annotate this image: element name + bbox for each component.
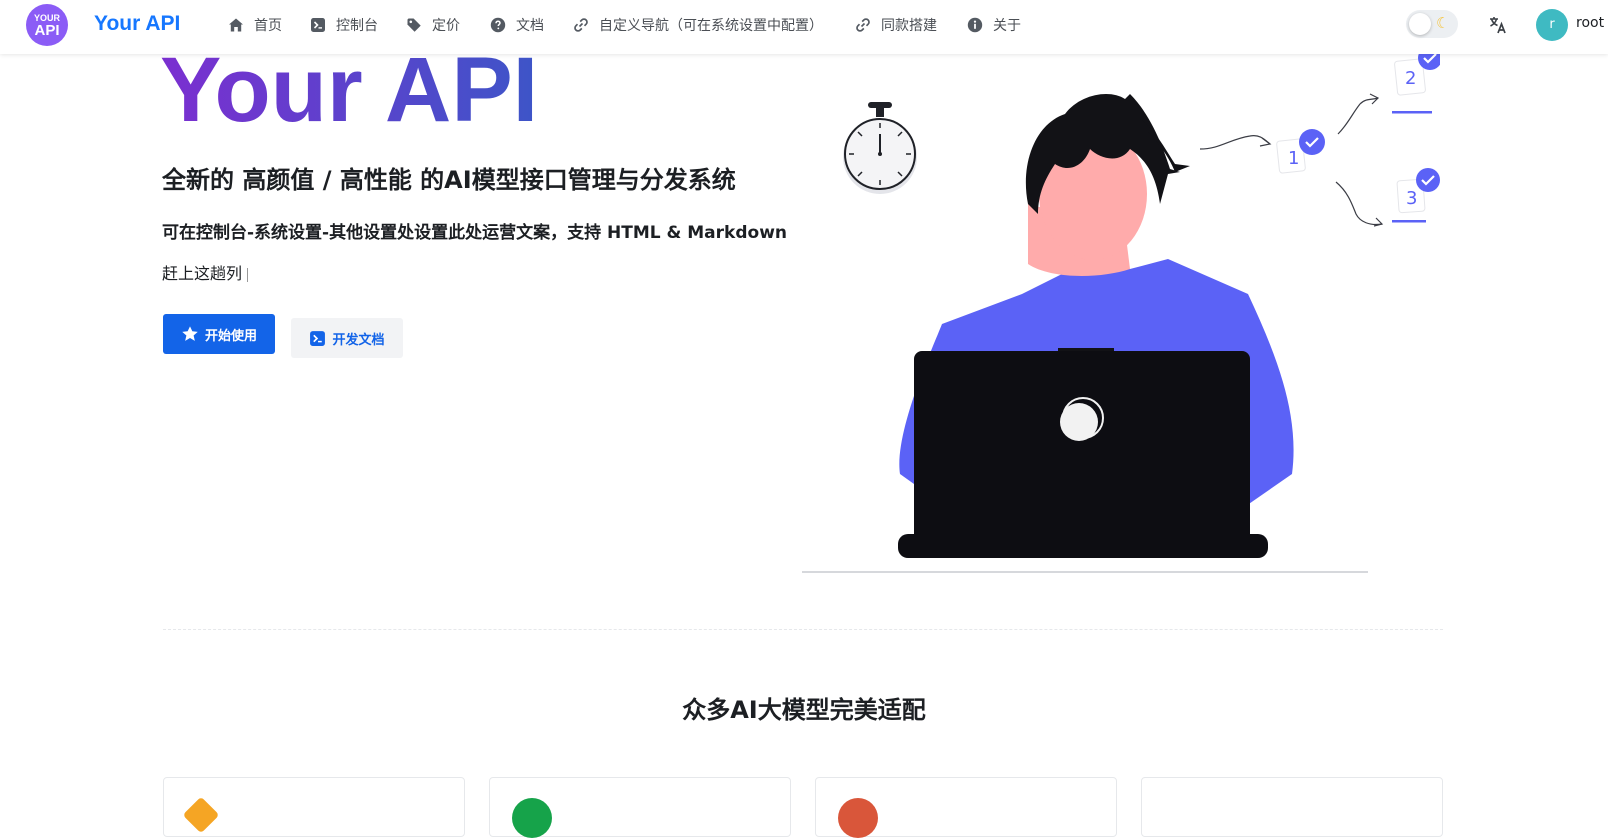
logo[interactable]: YOUR API <box>26 4 68 46</box>
model-logo-icon <box>512 798 552 838</box>
nav-item-home[interactable]: 首页 <box>228 14 282 36</box>
nav-item-label: 定价 <box>432 18 460 34</box>
check-icon <box>1416 168 1440 192</box>
typing-caret <box>247 267 249 282</box>
hero-title: Your API <box>160 39 539 141</box>
star-icon <box>182 326 198 341</box>
help-circle-icon <box>490 17 506 33</box>
hero-illustration: 1 2 3 <box>802 54 1440 573</box>
translate-icon[interactable] <box>1488 15 1508 35</box>
nav-item-label: 文档 <box>516 18 544 34</box>
logo-text-top: YOUR <box>33 13 60 23</box>
nav-item-label: 同款搭建 <box>881 18 937 34</box>
home-icon <box>229 18 243 32</box>
laptop <box>898 348 1268 558</box>
workflow-diagram: 1 2 3 <box>1199 54 1440 227</box>
nav-item-docs[interactable]: 文档 <box>490 14 544 36</box>
avatar[interactable]: r <box>1536 9 1568 41</box>
nav-item-console[interactable]: 控制台 <box>310 14 378 36</box>
nav-item-clone-setup[interactable]: 同款搭建 <box>855 14 937 36</box>
link-icon <box>856 18 870 32</box>
get-started-label: 开始使用 <box>204 328 257 344</box>
model-card[interactable] <box>815 777 1117 838</box>
step-label-3: 3 <box>1406 188 1417 209</box>
hero-subtitle: 全新的 高颜值 / 高性能 的AI模型接口管理与分发系统 <box>162 166 736 194</box>
typing-text: 赶上这趟列 <box>162 264 243 283</box>
model-logo-icon <box>182 796 220 834</box>
moon-icon: ☾ <box>1436 14 1450 32</box>
nav-item-label: 自定义导航（可在系统设置中配置） <box>599 18 823 34</box>
step-label-1: 1 <box>1288 148 1299 169</box>
check-icon <box>1299 129 1325 155</box>
step-label-2: 2 <box>1405 68 1416 89</box>
nav-item-label: 关于 <box>993 18 1021 34</box>
brand-name[interactable]: Your API <box>94 12 180 36</box>
link-icon <box>574 18 588 32</box>
info-icon <box>967 17 983 33</box>
developer-docs-label: 开发文档 <box>332 332 385 348</box>
terminal-icon <box>310 330 326 346</box>
get-started-button[interactable]: 开始使用 <box>163 314 275 354</box>
hero-typing-text: 赶上这趟列 <box>162 260 249 284</box>
tag-icon <box>407 18 421 32</box>
nav-item-custom-navigation[interactable]: 自定义导航（可在系统设置中配置） <box>573 14 823 36</box>
top-navigation-bar: YOUR API Your API 首页 控制台 定价 文档 自定义导航（可在系… <box>0 0 1608 54</box>
terminal-icon <box>311 18 325 32</box>
nav-item-pricing[interactable]: 定价 <box>406 14 460 36</box>
nav-item-about[interactable]: 关于 <box>967 14 1021 36</box>
username[interactable]: root <box>1576 15 1604 31</box>
nav-item-label: 首页 <box>254 18 282 34</box>
model-logo-icon <box>838 798 878 838</box>
model-card[interactable] <box>163 777 465 837</box>
models-section-title: 众多AI大模型完美适配 <box>682 696 926 724</box>
section-divider <box>163 629 1443 630</box>
model-card[interactable] <box>1141 777 1443 837</box>
model-card[interactable] <box>489 777 791 838</box>
toggle-knob <box>1409 13 1431 35</box>
stopwatch-icon <box>843 102 917 194</box>
logo-text-bottom: API <box>34 22 60 39</box>
nav-item-label: 控制台 <box>336 18 378 34</box>
developer-docs-button[interactable]: 开发文档 <box>291 318 403 358</box>
hero-description: 可在控制台-系统设置-其他设置处设置此处运营文案，支持 HTML & Markd… <box>162 223 787 243</box>
theme-toggle[interactable]: ☾ <box>1406 10 1458 38</box>
